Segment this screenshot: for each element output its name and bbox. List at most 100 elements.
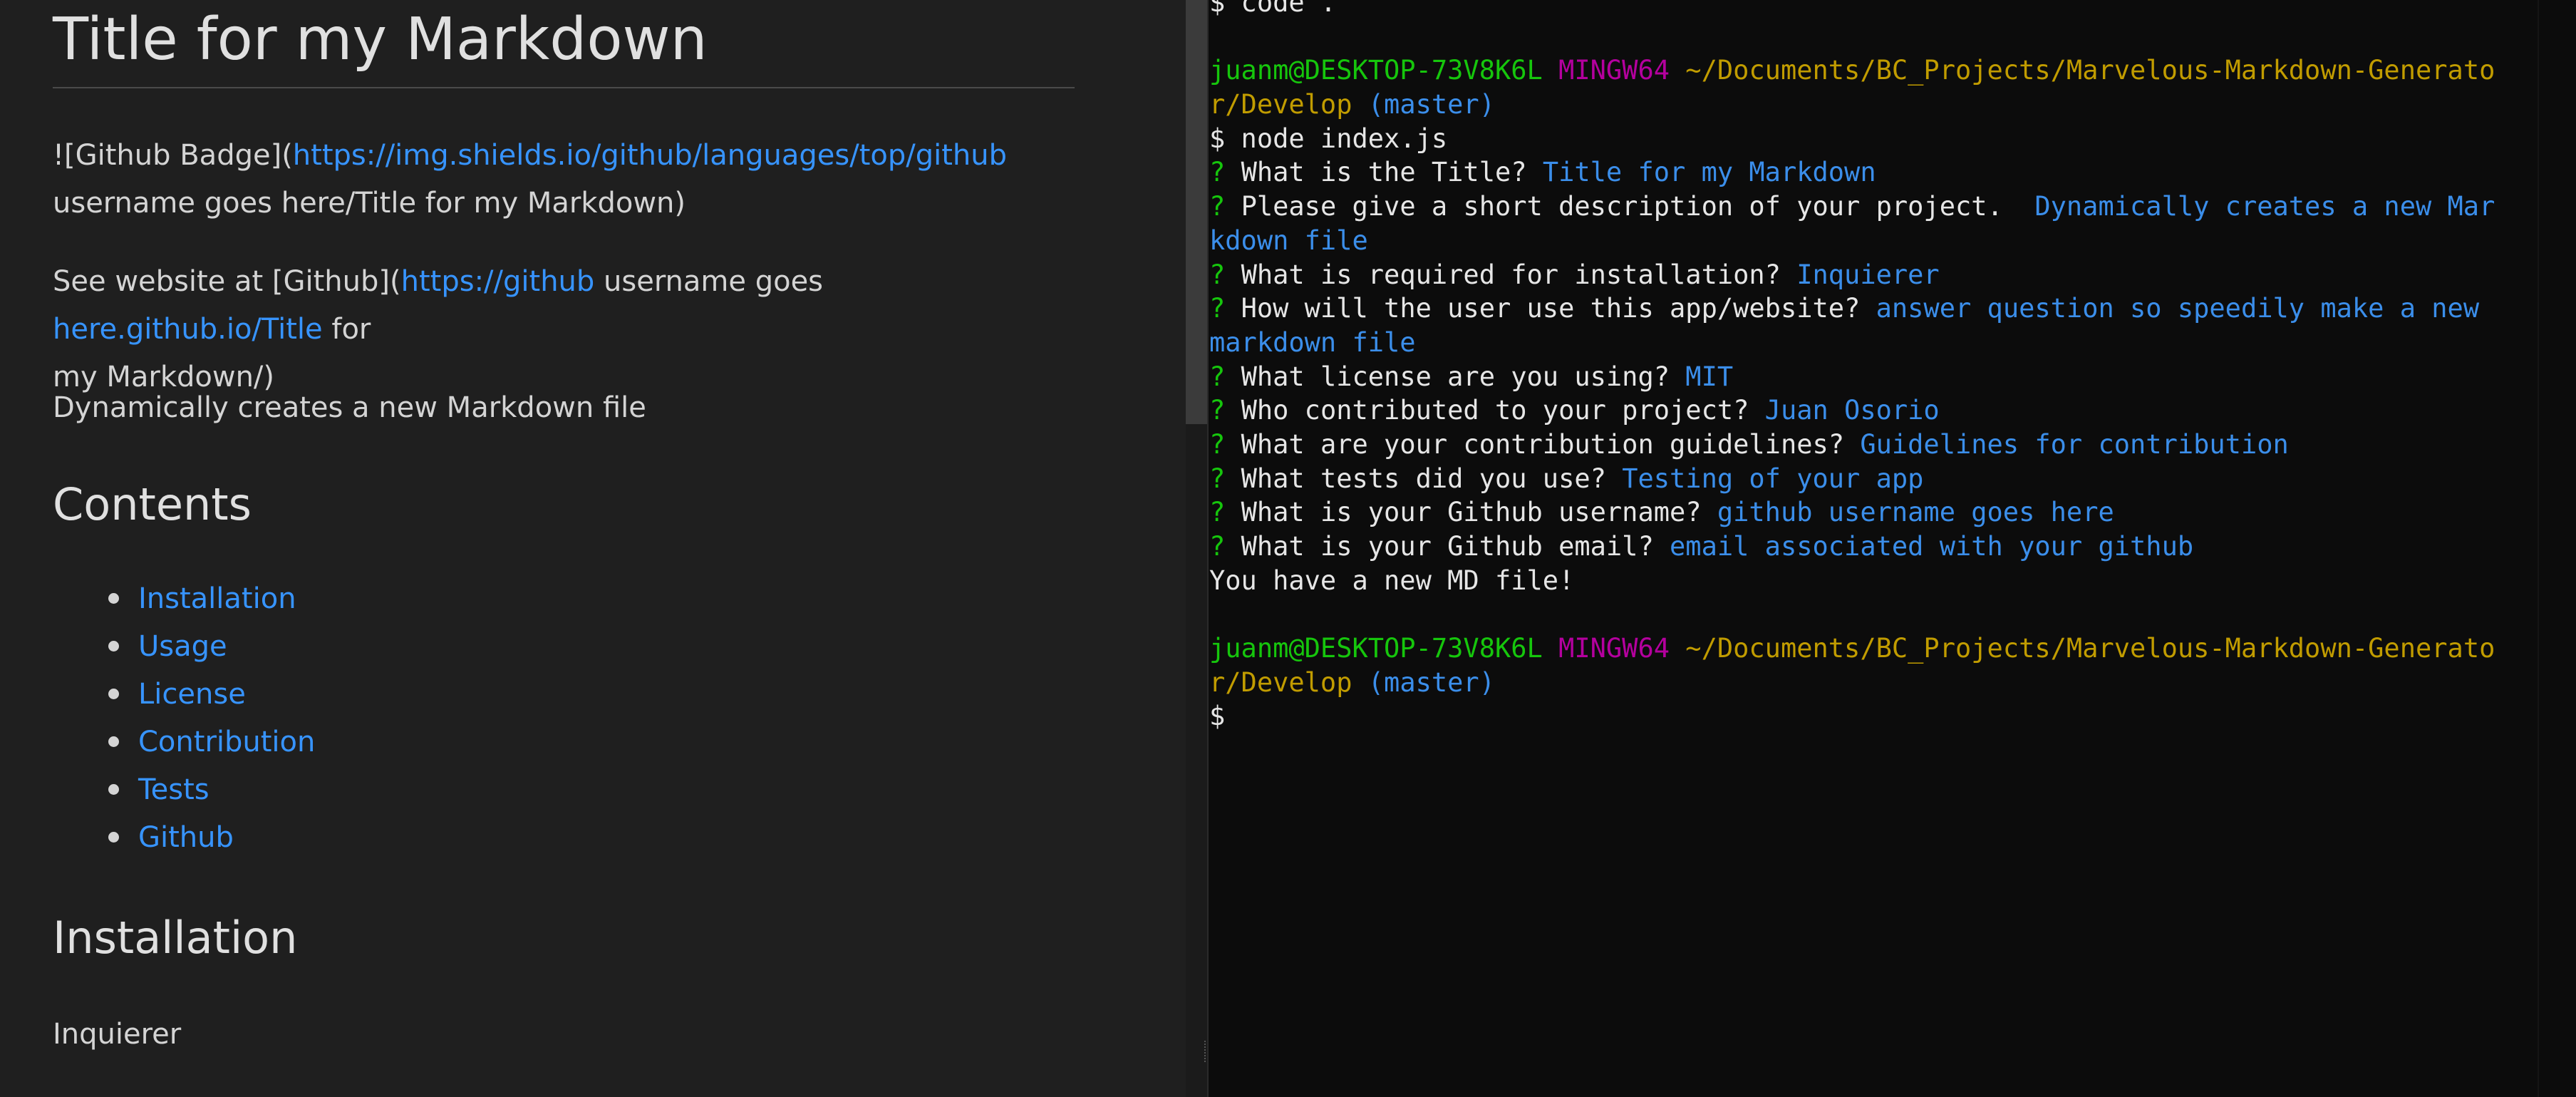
question-mark-icon: ? xyxy=(1209,463,1226,494)
toc-link-github[interactable]: Github xyxy=(138,821,234,854)
website-suffix: for xyxy=(322,313,371,346)
bullet-icon xyxy=(108,689,119,699)
toc-item-github: Github xyxy=(105,814,315,862)
terminal-input-line[interactable]: $ xyxy=(1209,699,2538,733)
description-paragraph: Dynamically creates a new Markdown file xyxy=(53,391,646,424)
answer-text: email associated with your github xyxy=(1670,531,2194,562)
question-text: What is the Title? xyxy=(1241,157,1543,188)
badge-paragraph: ![Github Badge](https://img.shields.io/g… xyxy=(53,132,1079,227)
toc-link-installation[interactable]: Installation xyxy=(138,582,296,615)
terminal-result: You have a new MD file! xyxy=(1209,565,1575,596)
question-text: How will the user use this app/website? xyxy=(1241,293,1876,324)
bullet-icon xyxy=(108,593,119,604)
question-mark-icon: ? xyxy=(1209,293,1226,324)
terminal-qa-line: ? How will the user use this app/website… xyxy=(1209,292,2538,326)
terminal-qa-line: ? What are your contribution guidelines?… xyxy=(1209,428,2538,462)
terminal-scrollbar[interactable] xyxy=(2538,0,2576,1097)
terminal-qa-line: ? What is your Github email? email assoc… xyxy=(1209,530,2538,564)
website-prefix: See website at [Github]( xyxy=(53,265,401,298)
terminal-qa-line: ? What is the Title? Title for my Markdo… xyxy=(1209,155,2538,190)
bullet-icon xyxy=(108,784,119,795)
answer-text-wrap: kdown file xyxy=(1209,225,1368,256)
answer-text: Inquierer xyxy=(1796,259,1940,290)
question-text: What is your Github email? xyxy=(1241,531,1670,562)
github-pages-link[interactable]: here.github.io/Title xyxy=(53,313,323,346)
question-mark-icon: ? xyxy=(1209,395,1226,426)
terminal-qa-line: ? Who contributed to your project? Juan … xyxy=(1209,393,2538,428)
page-title: Title for my Markdown xyxy=(53,1,1075,88)
bullet-icon xyxy=(108,832,119,843)
table-of-contents: Installation Usage License Contribution … xyxy=(105,575,315,862)
terminal-command: $ node index.js xyxy=(1209,123,1448,154)
pane-divider[interactable] xyxy=(1207,0,1209,1097)
toc-item-usage: Usage xyxy=(105,623,315,671)
toc-item-license: License xyxy=(105,671,315,719)
badge-prefix: ![Github Badge]( xyxy=(53,139,293,172)
markdown-preview-pane: Title for my Markdown ![Github Badge](ht… xyxy=(0,0,1186,1097)
answer-text: Dynamically creates a new Mar xyxy=(2034,191,2495,222)
terminal-qa-line: ? What is your Github username? github u… xyxy=(1209,495,2538,530)
prompt-user: juanm@DESKTOP-73V8K6L xyxy=(1209,55,1543,86)
question-mark-icon: ? xyxy=(1209,157,1226,188)
answer-text: answer question so speedily make a new xyxy=(1876,293,2480,324)
installation-text: Inquierer xyxy=(53,1018,182,1051)
question-text: Please give a short description of your … xyxy=(1241,191,2035,222)
prompt-shell: MINGW64 xyxy=(1558,55,1670,86)
prompt-user: juanm@DESKTOP-73V8K6L xyxy=(1209,633,1543,664)
question-mark-icon: ? xyxy=(1209,531,1226,562)
website-paragraph: See website at [Github](https://github u… xyxy=(53,258,1079,401)
question-mark-icon: ? xyxy=(1209,361,1226,392)
bullet-icon xyxy=(108,736,119,747)
prompt-branch: (master) xyxy=(1367,89,1495,120)
terminal-prompt-cont: r/Develop (master) xyxy=(1209,88,2538,122)
contents-heading: Contents xyxy=(53,478,252,530)
question-text: What is your Github username? xyxy=(1241,497,1717,528)
answer-text-wrap: markdown file xyxy=(1209,326,1416,358)
toc-link-contribution[interactable]: Contribution xyxy=(138,726,315,758)
terminal-pane[interactable]: $ code . juanm@DESKTOP-73V8K6L MINGW64 ~… xyxy=(1209,0,2538,1097)
toc-item-installation: Installation xyxy=(105,575,315,623)
terminal-prompt-cont: r/Develop (master) xyxy=(1209,666,2538,700)
terminal-qa-wrap: kdown file xyxy=(1209,224,2538,258)
website-middle: username goes xyxy=(594,265,824,298)
question-mark-icon: ? xyxy=(1209,497,1226,528)
preview-scrollbar-thumb[interactable] xyxy=(1186,0,1207,424)
github-link[interactable]: https://github xyxy=(401,265,595,298)
toc-link-license[interactable]: License xyxy=(138,678,246,711)
terminal-qa-line: ? What tests did you use? Testing of you… xyxy=(1209,462,2538,496)
bullet-icon xyxy=(108,641,119,651)
question-mark-icon: ? xyxy=(1209,191,1226,222)
answer-text: github username goes here xyxy=(1717,497,2114,528)
installation-heading: Installation xyxy=(53,912,298,964)
question-text: What license are you using? xyxy=(1241,361,1686,392)
toc-link-tests[interactable]: Tests xyxy=(138,773,210,806)
answer-text: Juan Osorio xyxy=(1764,395,1940,426)
badge-link[interactable]: https://img.shields.io/github/languages/… xyxy=(293,139,1007,172)
answer-text: Title for my Markdown xyxy=(1542,157,1876,188)
terminal-prompt: juanm@DESKTOP-73V8K6L MINGW64 ~/Document… xyxy=(1209,53,2538,88)
answer-text: Guidelines for contribution xyxy=(1860,428,2289,460)
question-mark-icon: ? xyxy=(1209,428,1226,460)
toc-item-tests: Tests xyxy=(105,766,315,814)
question-text: Who contributed to your project? xyxy=(1241,395,1765,426)
terminal-line: $ code . xyxy=(1209,0,1337,18)
terminal-qa-line: ? What license are you using? MIT xyxy=(1209,360,2538,394)
resize-grip-icon[interactable] xyxy=(1204,1041,1209,1062)
terminal-qa-line: ? Please give a short description of you… xyxy=(1209,190,2538,224)
terminal-qa-line: ? What is required for installation? Inq… xyxy=(1209,258,2538,292)
prompt-path-cont: r/Develop xyxy=(1209,89,1352,120)
question-mark-icon: ? xyxy=(1209,259,1226,290)
prompt-shell: MINGW64 xyxy=(1558,633,1670,664)
answer-text: Testing of your app xyxy=(1622,463,1924,494)
terminal-qa-wrap: markdown file xyxy=(1209,326,2538,360)
question-text: What tests did you use? xyxy=(1241,463,1623,494)
prompt-path: ~/Documents/BC_Projects/Marvelous-Markdo… xyxy=(1685,633,2495,664)
terminal-prompt: juanm@DESKTOP-73V8K6L MINGW64 ~/Document… xyxy=(1209,632,2538,666)
toc-link-usage[interactable]: Usage xyxy=(138,630,227,663)
question-text: What is required for installation? xyxy=(1241,259,1797,290)
answer-text: MIT xyxy=(1685,361,1734,392)
prompt-path: ~/Documents/BC_Projects/Marvelous-Markdo… xyxy=(1685,55,2495,86)
prompt-path-cont: r/Develop xyxy=(1209,666,1352,698)
toc-item-contribution: Contribution xyxy=(105,719,315,766)
question-text: What are your contribution guidelines? xyxy=(1241,428,1861,460)
